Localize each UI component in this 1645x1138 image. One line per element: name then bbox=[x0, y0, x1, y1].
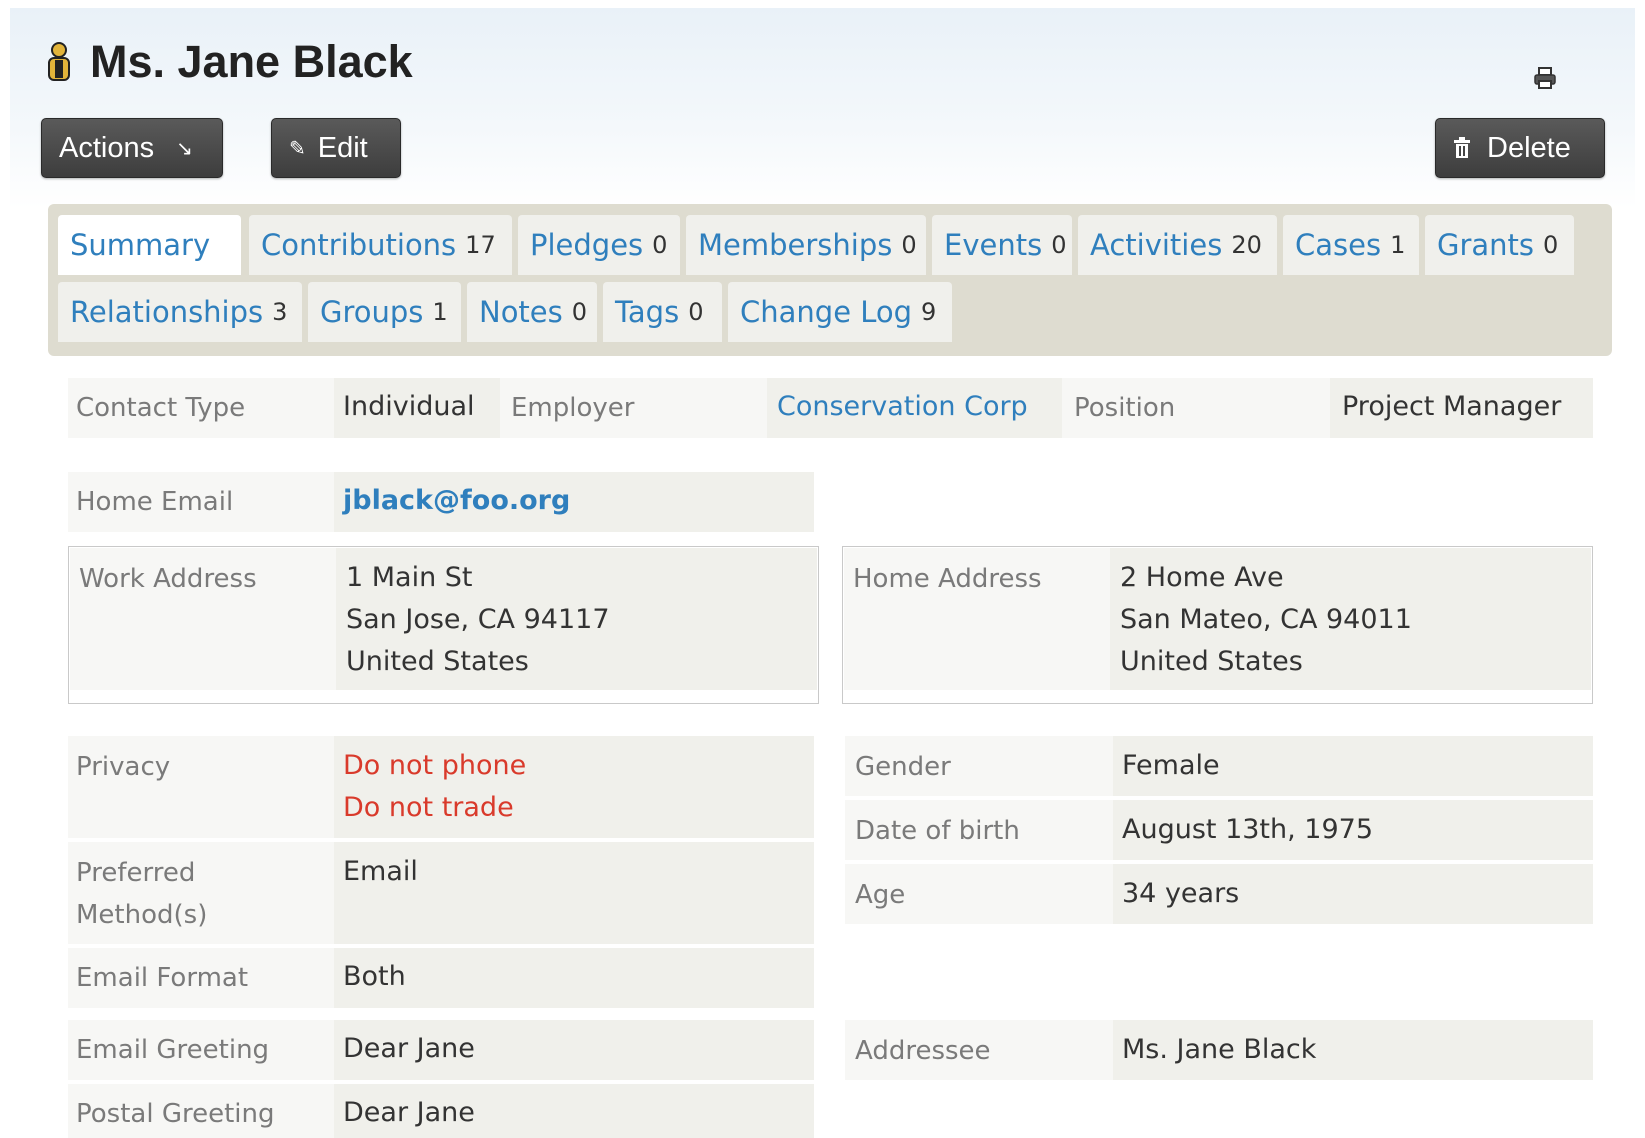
tabs-panel: Summary Contributions 17 Pledges 0 Members… bbox=[48, 204, 1612, 356]
tab-count: 0 bbox=[652, 231, 668, 259]
tab-relationships[interactable]: Relationships 3 bbox=[58, 282, 302, 342]
email-greeting-label: Email Greeting bbox=[76, 1035, 270, 1065]
position-label: Position bbox=[1074, 393, 1176, 423]
tab-label: Memberships bbox=[698, 228, 893, 262]
privacy-label: Privacy bbox=[76, 752, 171, 782]
tab-label: Cases bbox=[1295, 228, 1382, 262]
work-address-line1: 1 Main St bbox=[346, 562, 473, 593]
preferred-methods-value: Email bbox=[343, 856, 418, 887]
work-address-label: Work Address bbox=[79, 564, 257, 594]
postal-greeting-value: Dear Jane bbox=[343, 1097, 475, 1128]
home-address-label: Home Address bbox=[853, 564, 1042, 594]
tab-contributions[interactable]: Contributions 17 bbox=[249, 215, 512, 275]
trash-icon bbox=[1454, 137, 1470, 158]
home-email-label: Home Email bbox=[76, 487, 234, 517]
tab-count: 1 bbox=[1390, 231, 1406, 259]
tab-label: Events bbox=[944, 228, 1043, 262]
tab-cases[interactable]: Cases 1 bbox=[1283, 215, 1419, 275]
tab-count: 0 bbox=[688, 298, 704, 326]
tab-label: Tags bbox=[615, 295, 680, 329]
addressee-label: Addressee bbox=[855, 1036, 991, 1066]
tab-label: Grants bbox=[1437, 228, 1535, 262]
tab-activities[interactable]: Activities 20 bbox=[1078, 215, 1277, 275]
edit-label: Edit bbox=[317, 131, 368, 164]
delete-label: Delete bbox=[1487, 131, 1571, 164]
tab-change-log[interactable]: Change Log 9 bbox=[728, 282, 952, 342]
page-title: Ms. Jane Black bbox=[90, 36, 413, 87]
arrow-down-right-icon: ↘ bbox=[176, 137, 193, 160]
tab-count: 9 bbox=[921, 298, 937, 326]
person-icon bbox=[48, 42, 70, 81]
tab-pledges[interactable]: Pledges 0 bbox=[518, 215, 680, 275]
tab-summary[interactable]: Summary bbox=[58, 215, 241, 275]
tab-label: Notes bbox=[479, 295, 563, 329]
preferred-methods-label-line1: Preferred bbox=[76, 858, 196, 888]
tab-count: 0 bbox=[901, 231, 917, 259]
dob-label: Date of birth bbox=[855, 816, 1020, 846]
preferred-methods-label-line2: Method(s) bbox=[76, 900, 208, 930]
actions-button[interactable]: Actions ↘ bbox=[41, 118, 223, 178]
privacy-do-not-trade: Do not trade bbox=[343, 792, 514, 823]
tab-label: Relationships bbox=[70, 295, 264, 329]
gender-value: Female bbox=[1122, 750, 1220, 781]
tab-count: 17 bbox=[465, 231, 496, 259]
contact-type-label: Contact Type bbox=[76, 393, 246, 423]
home-address-line2: San Mateo, CA 94011 bbox=[1120, 604, 1412, 635]
privacy-do-not-phone: Do not phone bbox=[343, 750, 527, 781]
tab-count: 1 bbox=[432, 298, 448, 326]
tab-label: Groups bbox=[320, 295, 424, 329]
title-row: Ms. Jane Black bbox=[44, 36, 413, 88]
home-address-line3: United States bbox=[1120, 646, 1303, 677]
email-greeting-value: Dear Jane bbox=[343, 1033, 475, 1064]
addressee-value: Ms. Jane Black bbox=[1122, 1034, 1317, 1065]
tab-tags[interactable]: Tags 0 bbox=[603, 282, 722, 342]
tab-memberships[interactable]: Memberships 0 bbox=[686, 215, 926, 275]
tab-grants[interactable]: Grants 0 bbox=[1425, 215, 1574, 275]
employer-link[interactable]: Conservation Corp bbox=[777, 386, 1028, 428]
tab-events[interactable]: Events 0 bbox=[932, 215, 1072, 275]
work-address-line3: United States bbox=[346, 646, 529, 677]
tab-count: 3 bbox=[272, 298, 288, 326]
print-icon[interactable] bbox=[1533, 66, 1557, 90]
tab-count: 0 bbox=[571, 298, 588, 326]
work-address-line2: San Jose, CA 94117 bbox=[346, 604, 610, 635]
gender-label: Gender bbox=[855, 752, 951, 782]
delete-button[interactable]: Delete bbox=[1435, 118, 1605, 178]
tab-label: Contributions bbox=[261, 228, 457, 262]
tab-groups[interactable]: Groups 1 bbox=[308, 282, 461, 342]
employer-label: Employer bbox=[511, 393, 635, 423]
email-format-label: Email Format bbox=[76, 963, 249, 993]
edit-button[interactable]: ✎ Edit bbox=[271, 118, 401, 178]
tab-label: Change Log bbox=[740, 295, 913, 329]
email-format-value: Both bbox=[343, 961, 406, 992]
position-value: Project Manager bbox=[1342, 391, 1562, 422]
tab-label: Pledges bbox=[530, 228, 644, 262]
dob-value: August 13th, 1975 bbox=[1122, 814, 1374, 845]
age-label: Age bbox=[855, 880, 906, 910]
tab-label: Activities bbox=[1090, 228, 1223, 262]
email-format-value-bg bbox=[334, 948, 814, 1008]
contact-type-value: Individual bbox=[343, 391, 475, 422]
tab-count: 20 bbox=[1231, 231, 1262, 259]
actions-label: Actions bbox=[59, 131, 155, 164]
tab-label: Summary bbox=[70, 228, 211, 262]
tab-count: 0 bbox=[1543, 231, 1559, 259]
postal-greeting-label: Postal Greeting bbox=[76, 1099, 275, 1129]
home-email-link[interactable]: jblack@foo.org bbox=[343, 480, 570, 522]
age-value: 34 years bbox=[1122, 878, 1240, 909]
home-address-line1: 2 Home Ave bbox=[1120, 562, 1284, 593]
pencil-icon: ✎ bbox=[289, 137, 306, 160]
tab-count: 0 bbox=[1051, 231, 1067, 259]
tab-notes[interactable]: Notes 0 bbox=[467, 282, 597, 342]
